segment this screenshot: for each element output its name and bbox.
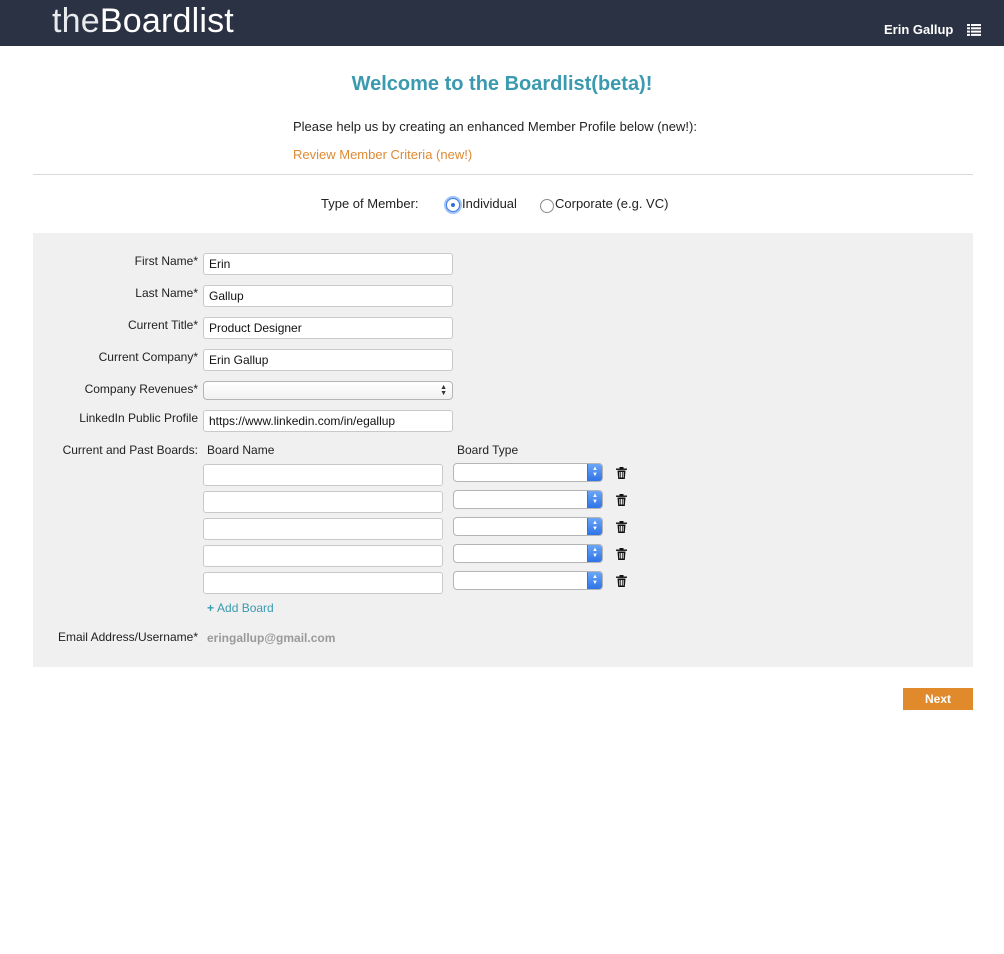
board-name-input[interactable] bbox=[203, 518, 443, 540]
trash-icon[interactable] bbox=[616, 575, 627, 587]
plus-icon: + bbox=[207, 601, 215, 615]
company-revenues-label: Company Revenues* bbox=[84, 382, 198, 396]
current-company-label: Current Company* bbox=[98, 350, 198, 364]
linkedin-field[interactable] bbox=[203, 410, 453, 432]
trash-icon[interactable] bbox=[616, 521, 627, 533]
company-revenues-select[interactable]: ▲ ▼ bbox=[203, 381, 453, 400]
add-board-button[interactable]: + Add Board bbox=[207, 600, 274, 616]
individual-radio-label[interactable]: Individual bbox=[462, 196, 517, 212]
board-type-column-header: Board Type bbox=[457, 443, 519, 457]
board-type-select[interactable]: ▲ ▼ bbox=[453, 517, 603, 536]
page-title: Welcome to the Boardlist(beta)! bbox=[351, 73, 653, 95]
boards-label: Current and Past Boards: bbox=[62, 443, 198, 457]
board-name-column-header: Board Name bbox=[207, 443, 275, 457]
board-type-select[interactable]: ▲ ▼ bbox=[453, 463, 603, 482]
current-company-field[interactable] bbox=[203, 349, 453, 371]
logo-prefix: the bbox=[52, 2, 100, 40]
chevron-updown-icon: ▲ ▼ bbox=[587, 464, 602, 481]
next-button[interactable]: Next bbox=[903, 688, 973, 710]
board-name-input[interactable] bbox=[203, 464, 443, 486]
first-name-label: First Name* bbox=[134, 254, 198, 268]
logo-brand: Boardlist bbox=[99, 2, 234, 40]
board-type-select[interactable]: ▲ ▼ bbox=[453, 490, 603, 509]
corporate-radio-label[interactable]: Corporate (e.g. VC) bbox=[555, 196, 668, 212]
trash-icon[interactable] bbox=[616, 467, 627, 479]
chevron-updown-icon: ▲ ▼ bbox=[587, 518, 602, 535]
top-navigation-bar: theBoardlist Erin Gallup bbox=[0, 0, 1004, 46]
board-type-select[interactable]: ▲ ▼ bbox=[453, 571, 603, 590]
select-arrows-icon: ▲ ▼ bbox=[440, 384, 447, 397]
chevron-updown-icon: ▲ ▼ bbox=[587, 572, 602, 589]
trash-icon[interactable] bbox=[616, 494, 627, 506]
list-icon[interactable] bbox=[967, 24, 981, 36]
board-name-input[interactable] bbox=[203, 572, 443, 594]
current-title-label: Current Title* bbox=[127, 318, 198, 332]
review-member-criteria-link[interactable]: Review Member Criteria (new!) bbox=[293, 147, 472, 163]
member-type-label: Type of Member: bbox=[321, 196, 419, 211]
board-name-input[interactable] bbox=[203, 545, 443, 567]
user-name[interactable]: Erin Gallup bbox=[884, 22, 953, 38]
help-text: Please help us by creating an enhanced M… bbox=[293, 119, 697, 134]
email-label: Email Address/Username* bbox=[57, 630, 198, 644]
board-name-input[interactable] bbox=[203, 491, 443, 513]
last-name-label: Last Name* bbox=[135, 286, 198, 300]
board-type-select[interactable]: ▲ ▼ bbox=[453, 544, 603, 563]
trash-icon[interactable] bbox=[616, 548, 627, 560]
chevron-updown-icon: ▲ ▼ bbox=[587, 545, 602, 562]
first-name-field[interactable] bbox=[203, 253, 453, 275]
corporate-radio[interactable] bbox=[540, 199, 554, 213]
divider bbox=[33, 174, 973, 175]
add-board-label: Add Board bbox=[217, 601, 274, 615]
last-name-field[interactable] bbox=[203, 285, 453, 307]
individual-radio[interactable] bbox=[446, 198, 460, 212]
current-title-field[interactable] bbox=[203, 317, 453, 339]
chevron-updown-icon: ▲ ▼ bbox=[587, 491, 602, 508]
boardlist-logo[interactable]: theBoardlist bbox=[52, 2, 234, 40]
linkedin-label: LinkedIn Public Profile bbox=[79, 411, 198, 425]
email-value: eringallup@gmail.com bbox=[207, 631, 336, 645]
